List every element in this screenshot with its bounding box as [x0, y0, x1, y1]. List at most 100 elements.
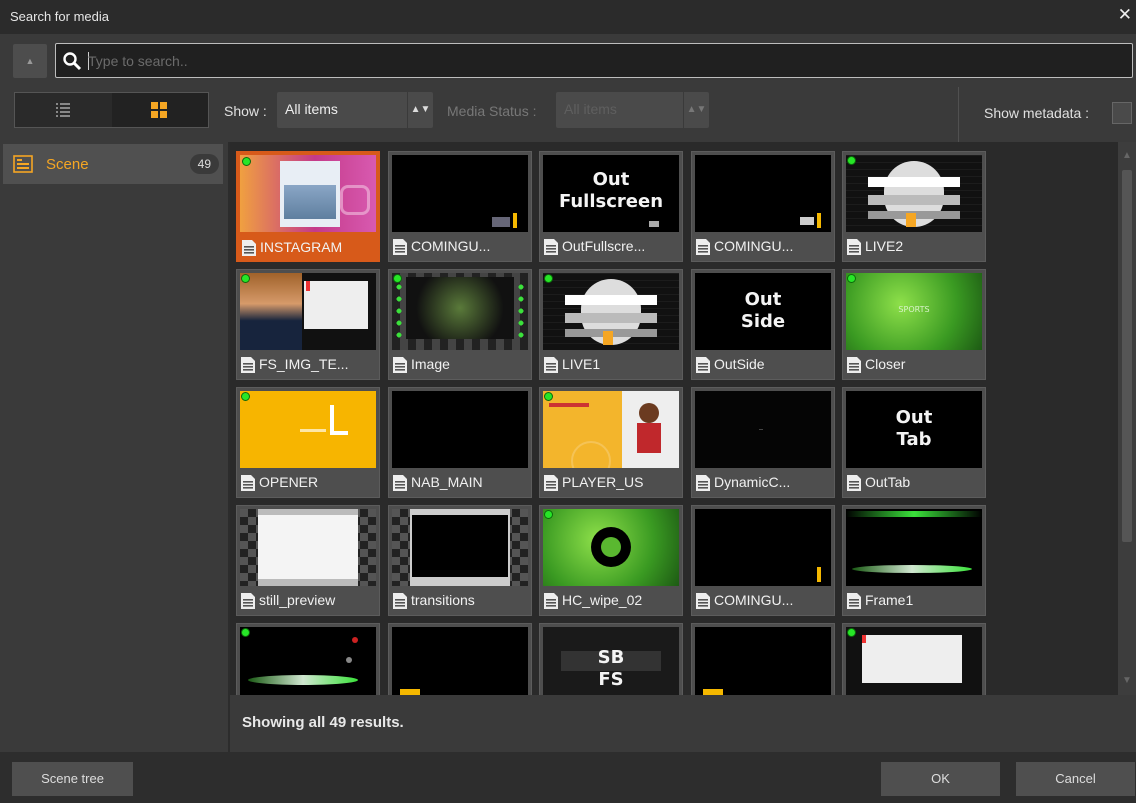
thumb-text: Side	[740, 311, 786, 332]
cancel-button[interactable]: Cancel	[1016, 762, 1135, 796]
scene-tile[interactable]: FS_IMG_TE...	[236, 269, 380, 380]
scene-tile[interactable]: COMINGU...	[691, 505, 835, 616]
grid-view-icon	[151, 102, 167, 118]
list-view-icon	[56, 103, 70, 117]
scene-thumbnail: Out Tab	[846, 391, 982, 468]
status-dot	[847, 156, 856, 165]
view-toggle	[14, 92, 209, 128]
sidebar-item-scene[interactable]: Scene 49	[3, 144, 223, 184]
tile-caption: OPENER	[240, 472, 378, 494]
title-bar: Search for media ✕	[0, 0, 1136, 34]
scene-tile[interactable]: INSTAGRAM	[236, 151, 380, 262]
tile-caption: still_preview	[240, 590, 378, 612]
tile-title: FS_IMG_TE...	[259, 356, 349, 372]
media-status-select[interactable]: All items ▲▼	[556, 92, 709, 128]
tile-caption: LIVE2	[846, 236, 984, 258]
show-select[interactable]: All items ▲▼	[277, 92, 433, 128]
media-status-select-value: All items	[564, 101, 617, 117]
scrollbar-thumb[interactable]	[1122, 170, 1132, 542]
scene-tile[interactable]: Out Tab OutTab	[842, 387, 986, 498]
scene-thumbnail	[392, 155, 528, 232]
thumb-text: FS	[598, 669, 624, 690]
scene-file-icon	[393, 593, 407, 609]
scene-file-icon	[696, 239, 710, 255]
search-row: ▲	[0, 34, 1136, 87]
scroll-up-icon[interactable]: ▲	[1122, 150, 1132, 161]
scene-file-icon	[544, 475, 558, 491]
list-view-button[interactable]	[15, 93, 111, 127]
status-dot	[241, 628, 250, 637]
scene-thumbnail	[240, 273, 376, 350]
tile-title: OutTab	[865, 474, 911, 490]
filter-toolbar: Show : All items ▲▼ Media Status : All i…	[0, 87, 1136, 142]
scene-thumbnail	[846, 155, 982, 232]
scene-tile[interactable]	[236, 623, 380, 695]
status-dot	[393, 274, 402, 283]
stepper-icon[interactable]: ▲	[13, 44, 47, 78]
status-dot	[544, 392, 553, 401]
scene-tree-button[interactable]: Scene tree	[12, 762, 133, 796]
tile-title: HC_wipe_02	[562, 592, 643, 608]
scene-tile[interactable]: PLAYER_US	[539, 387, 683, 498]
ok-button[interactable]: OK	[881, 762, 1000, 796]
scene-tile[interactable]	[842, 623, 986, 695]
tile-caption: COMINGU...	[392, 236, 530, 258]
scroll-down-icon[interactable]: ▼	[1122, 675, 1132, 686]
scene-tile[interactable]: Out Side OutSide	[691, 269, 835, 380]
results-scrollbar[interactable]: ▲ ▼	[1118, 142, 1136, 695]
thumb-text: Out	[592, 169, 630, 190]
tile-title: transitions	[411, 592, 475, 608]
show-metadata-checkbox[interactable]	[1112, 102, 1132, 124]
tile-title: PLAYER_US	[562, 474, 644, 490]
thumb-text: Out	[895, 407, 933, 428]
tile-title: OutFullscre...	[562, 238, 646, 254]
search-box[interactable]	[55, 43, 1133, 78]
search-input[interactable]	[88, 50, 1088, 72]
scene-thumbnail	[240, 627, 376, 695]
scene-tile[interactable]: NAB_MAIN	[388, 387, 532, 498]
scene-tile[interactable]: Out Fullscreen OutFullscre...	[539, 151, 683, 262]
scene-tile[interactable]: transitions	[388, 505, 532, 616]
scene-file-icon	[393, 475, 407, 491]
thumb-text: SPORTS	[898, 305, 930, 314]
scene-tile[interactable]: DynamicC...	[691, 387, 835, 498]
scene-thumbnail	[543, 509, 679, 586]
tile-caption: NAB_MAIN	[392, 472, 530, 494]
scene-tile[interactable]: still_preview	[236, 505, 380, 616]
scene-file-icon	[847, 475, 861, 491]
scene-tile[interactable]: SPORTS Closer	[842, 269, 986, 380]
media-status-label: Media Status :	[447, 103, 537, 119]
tile-caption: PLAYER_US	[543, 472, 681, 494]
scene-tile[interactable]: OPENER	[236, 387, 380, 498]
scene-tile[interactable]: LIVE2	[842, 151, 986, 262]
scene-tile[interactable]	[388, 623, 532, 695]
scene-tile[interactable]: COMINGU...	[388, 151, 532, 262]
tile-caption: COMINGU...	[695, 236, 833, 258]
tile-caption: LIVE1	[543, 354, 681, 376]
scene-file-icon	[241, 475, 255, 491]
close-icon[interactable]: ✕	[1118, 5, 1132, 25]
thumb-text: Out	[744, 289, 782, 310]
tile-title: LIVE1	[562, 356, 601, 372]
status-dot	[847, 628, 856, 637]
scene-file-icon	[847, 357, 861, 373]
grid-view-button[interactable]	[112, 93, 208, 127]
scene-tile[interactable]: LIVE1	[539, 269, 683, 380]
tile-title: Closer	[865, 356, 906, 372]
scene-file-icon	[696, 357, 710, 373]
tile-title: COMINGU...	[411, 238, 491, 254]
scene-tile[interactable]: COMINGU...	[691, 151, 835, 262]
tile-title: Image	[411, 356, 450, 372]
tile-caption: FS_IMG_TE...	[240, 354, 378, 376]
scene-tile[interactable]: Frame1	[842, 505, 986, 616]
scene-tile[interactable]: SB FS	[539, 623, 683, 695]
scene-thumbnail	[695, 509, 831, 586]
scene-file-icon	[544, 357, 558, 373]
tile-title: OPENER	[259, 474, 319, 490]
scene-tile[interactable]: HC_wipe_02	[539, 505, 683, 616]
scene-thumbnail	[695, 627, 831, 695]
scene-file-icon	[544, 593, 558, 609]
scene-thumbnail	[240, 509, 376, 586]
scene-tile[interactable]: Image	[388, 269, 532, 380]
scene-tile[interactable]	[691, 623, 835, 695]
